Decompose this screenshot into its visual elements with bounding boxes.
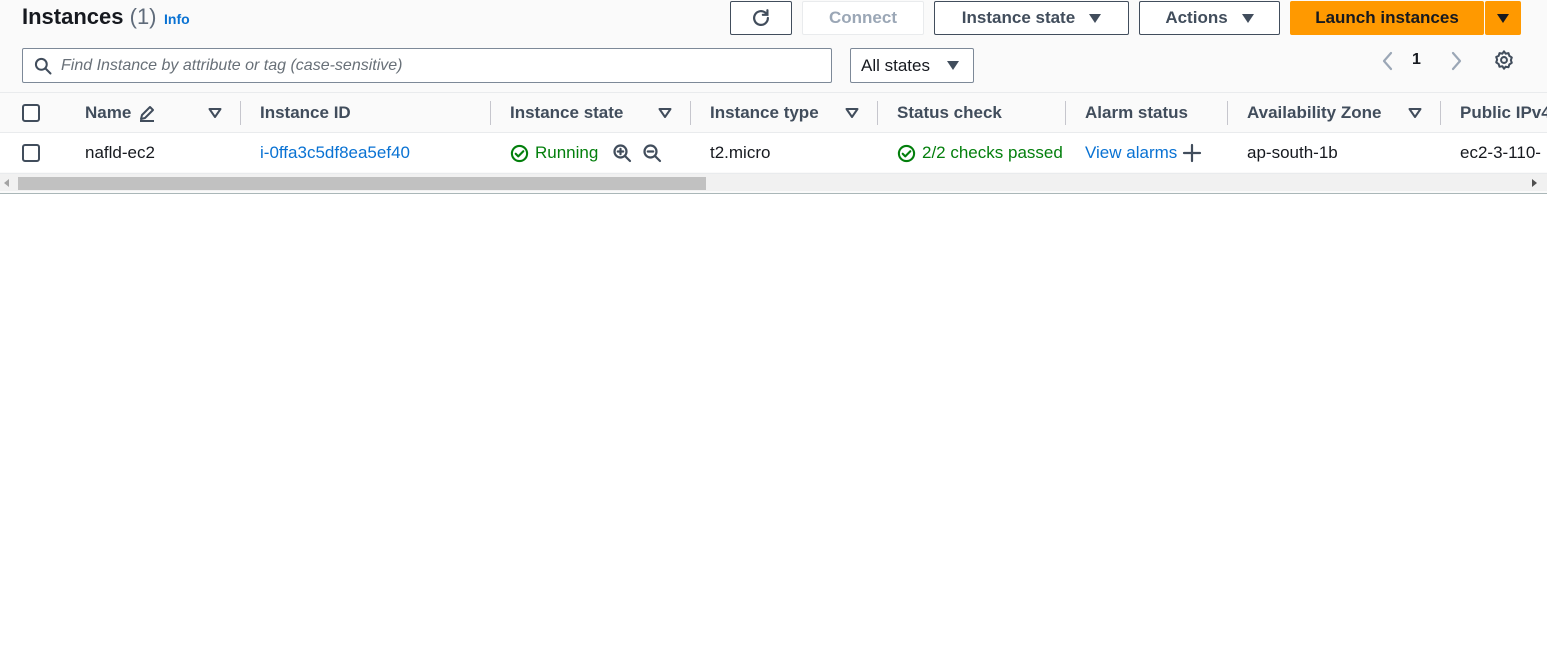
instance-state-dropdown[interactable]: Instance state — [934, 1, 1129, 35]
zoom-out-icon[interactable] — [642, 143, 662, 163]
chevron-left-icon[interactable] — [1378, 50, 1398, 72]
column-header-name[interactable]: Name — [85, 93, 157, 133]
table-row[interactable]: nafld-ec2 i-0ffa3c5df8ea5ef40 Running t2… — [0, 132, 1547, 172]
instance-state-cell: Running — [510, 133, 662, 173]
zoom-in-icon[interactable] — [612, 143, 632, 163]
actions-dropdown[interactable]: Actions — [1139, 1, 1280, 35]
column-header-public-ipv4[interactable]: Public IPv4 — [1460, 93, 1547, 133]
page-number[interactable]: 1 — [1412, 51, 1421, 69]
instances-panel: Instances (1) Info Connect Instance stat… — [0, 0, 1547, 194]
alarm-status-cell: View alarms — [1085, 133, 1202, 173]
public-ipv4-dns: ec2-3-110- — [1460, 143, 1541, 162]
connect-button[interactable]: Connect — [802, 1, 924, 35]
column-header-alarm-status[interactable]: Alarm status — [1085, 93, 1188, 133]
info-link[interactable]: Info — [164, 11, 190, 27]
scroll-right-icon[interactable] — [1532, 179, 1537, 187]
refresh-icon — [753, 9, 769, 26]
column-divider[interactable] — [240, 101, 241, 125]
launch-instances-button-label: Launch instances — [1315, 8, 1459, 27]
horizontal-scrollbar[interactable] — [0, 173, 1547, 191]
scrollbar-thumb[interactable] — [18, 177, 706, 190]
row-checkbox[interactable] — [22, 144, 40, 162]
caret-down-icon — [1089, 13, 1102, 23]
scroll-left-icon[interactable] — [4, 179, 9, 187]
gear-icon[interactable] — [1493, 49, 1515, 71]
status-check-text: 2/2 checks passed — [922, 143, 1063, 162]
plus-icon[interactable] — [1182, 143, 1202, 163]
page-title-text: Instances — [22, 4, 124, 29]
sort-icon[interactable] — [658, 107, 672, 119]
instance-state-dropdown-label: Instance state — [961, 8, 1076, 27]
instance-type: t2.micro — [710, 143, 771, 162]
caret-down-icon — [1497, 13, 1509, 23]
column-header-availability-zone[interactable]: Availability Zone — [1247, 93, 1381, 133]
sort-icon[interactable] — [845, 107, 859, 119]
instance-state-text: Running — [535, 143, 599, 162]
sort-icon[interactable] — [1408, 107, 1422, 119]
column-divider[interactable] — [490, 101, 491, 125]
instance-count: (1) — [129, 4, 157, 29]
status-check-cell: 2/2 checks passed — [897, 133, 1063, 173]
view-alarms-link[interactable]: View alarms — [1085, 143, 1177, 163]
column-divider[interactable] — [690, 101, 691, 125]
sort-icon[interactable] — [208, 107, 222, 119]
state-filter-select[interactable]: All states — [850, 48, 974, 83]
instance-name: nafld-ec2 — [85, 143, 155, 162]
search-input[interactable] — [61, 56, 801, 75]
column-divider[interactable] — [1440, 101, 1441, 125]
check-circle-icon — [897, 144, 916, 162]
column-header-instance-id[interactable]: Instance ID — [260, 93, 351, 133]
column-divider[interactable] — [1065, 101, 1066, 125]
actions-dropdown-label: Actions — [1165, 8, 1228, 27]
launch-instances-button[interactable]: Launch instances — [1290, 1, 1484, 35]
caret-down-icon — [1241, 13, 1254, 23]
launch-instances-menu-button[interactable] — [1485, 1, 1521, 35]
column-header-name-label: Name — [85, 103, 132, 122]
page-title: Instances (1) — [22, 4, 157, 30]
search-icon — [34, 57, 52, 74]
caret-down-icon — [947, 61, 959, 70]
column-header-instance-type[interactable]: Instance type — [710, 93, 819, 133]
column-header-instance-state[interactable]: Instance state — [510, 93, 623, 133]
pencil-icon — [140, 106, 155, 122]
select-all-checkbox[interactable] — [22, 104, 40, 122]
connect-button-label: Connect — [829, 8, 897, 27]
column-header-status-check[interactable]: Status check — [897, 93, 1002, 133]
column-divider[interactable] — [877, 101, 878, 125]
state-filter-value: All states — [861, 55, 930, 75]
availability-zone: ap-south-1b — [1247, 143, 1338, 162]
instance-id-link[interactable]: i-0ffa3c5df8ea5ef40 — [260, 133, 410, 173]
refresh-button[interactable] — [730, 1, 792, 35]
chevron-right-icon[interactable] — [1446, 50, 1466, 72]
search-field — [22, 48, 832, 83]
column-divider[interactable] — [1227, 101, 1228, 125]
table-header: Name Instance ID Instance state Instance… — [0, 92, 1547, 132]
check-circle-icon — [510, 144, 529, 162]
